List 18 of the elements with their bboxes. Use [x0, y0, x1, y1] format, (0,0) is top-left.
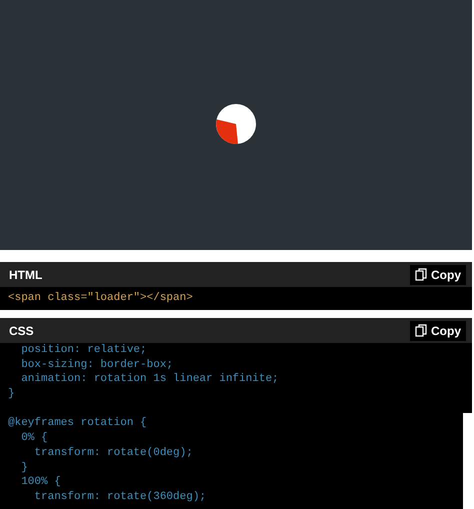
copy-button[interactable]: Copy: [410, 264, 466, 284]
code-line: box-sizing: border-box;: [20, 358, 174, 372]
code-line: <span class="loader"></span>: [8, 291, 194, 306]
panel-title: HTML: [9, 266, 42, 284]
code-line: 100% {: [20, 475, 62, 490]
code-line: position: relative;: [20, 343, 148, 358]
copy-button[interactable]: Copy: [410, 320, 466, 340]
panel-title: CSS: [9, 322, 34, 340]
code-line: }: [8, 387, 16, 402]
copy-icon: [415, 324, 427, 337]
copy-icon: [415, 268, 427, 281]
code-line: 0% {: [20, 431, 49, 446]
code-line: animation: rotation 1s linear infinite;: [20, 372, 280, 388]
code-line: transform: rotate(360deg);: [33, 490, 208, 505]
code-line: @keyframes rotation {: [8, 416, 148, 432]
code-line: transform: rotate(0deg);: [33, 446, 194, 460]
code-line: }: [20, 460, 29, 476]
loader-drawing: [215, 103, 257, 145]
